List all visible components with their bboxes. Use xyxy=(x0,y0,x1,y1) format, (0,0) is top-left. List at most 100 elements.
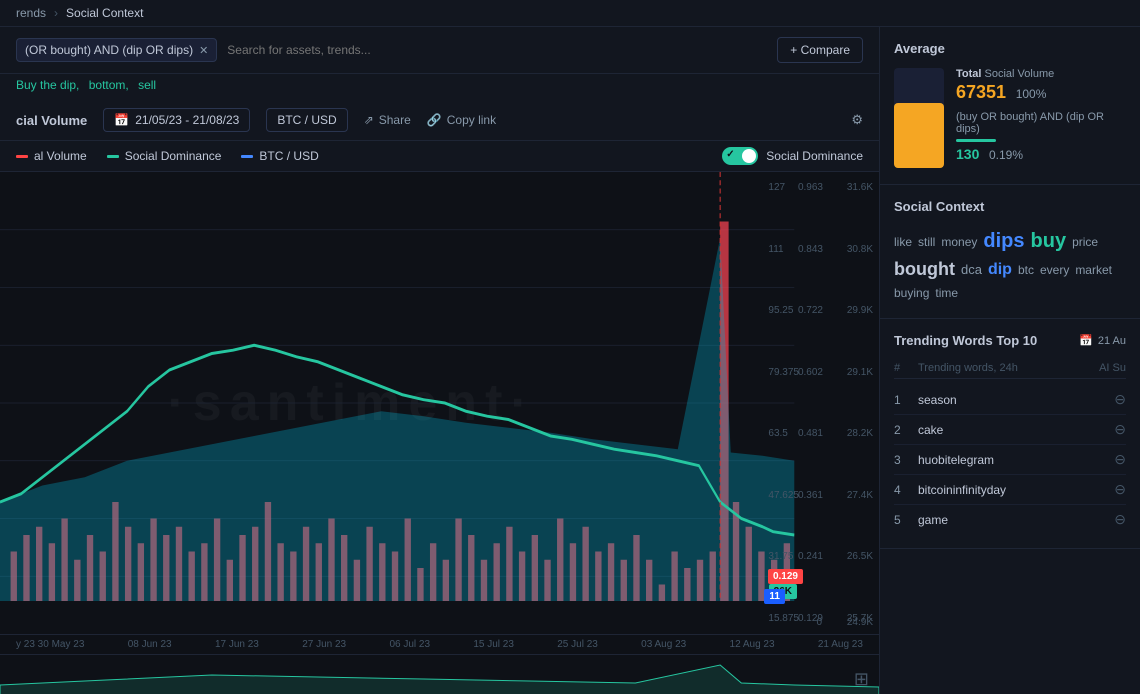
mini-chart[interactable]: ⊞ xyxy=(0,654,879,694)
word-still[interactable]: still xyxy=(918,235,935,249)
word-market[interactable]: market xyxy=(1075,263,1112,277)
avg-bar-fill xyxy=(894,103,944,168)
word-buying[interactable]: buying xyxy=(894,286,929,300)
legend-social-dominance: Social Dominance xyxy=(107,149,222,163)
x-label-jul25: 25 Jul 23 xyxy=(557,639,598,650)
trending-row-4[interactable]: 4 bitcoininfinityday ⊖ xyxy=(894,475,1126,505)
avg-total-value: 67351 xyxy=(956,82,1006,102)
toggle-text: Social Dominance xyxy=(766,149,863,163)
top-bar: rends › Social Context xyxy=(0,0,1140,27)
copy-link-button[interactable]: 🔗 Copy link xyxy=(427,113,496,127)
average-section: Average Total Social Volume 67351 100% xyxy=(880,27,1140,185)
word-time[interactable]: time xyxy=(935,286,958,300)
social-context-title: Social Context xyxy=(894,199,1126,214)
copy-link-label: Copy link xyxy=(447,113,496,127)
share-icon: ⇗ xyxy=(364,113,374,127)
word-like[interactable]: like xyxy=(894,235,912,249)
avg-sub-row: (buy OR bought) AND (dip OR dips) 130 0.… xyxy=(956,111,1126,162)
row-word-cake: cake xyxy=(918,423,1102,437)
row-word-season: season xyxy=(918,393,1102,407)
col-ai: AI Su xyxy=(1086,362,1126,374)
avg-social-volume-text: Social Volume xyxy=(985,68,1055,80)
share-button[interactable]: ⇗ Share xyxy=(364,113,411,127)
word-every[interactable]: every xyxy=(1040,263,1069,277)
asset-pair-selector[interactable]: BTC / USD xyxy=(266,108,347,132)
trending-date-text: 21 Au xyxy=(1098,335,1126,347)
average-title: Average xyxy=(894,41,1126,56)
close-icon[interactable]: ✕ xyxy=(199,44,208,57)
trending-title: Trending Words Top 10 xyxy=(894,333,1037,348)
legend-dot-green xyxy=(107,155,119,158)
row-icon-5: ⊖ xyxy=(1106,511,1126,528)
legend-social-volume: al Volume xyxy=(16,149,87,163)
tooltip-blue: 11 xyxy=(764,589,785,604)
search-bar: (OR bought) AND (dip OR dips) ✕ + Compar… xyxy=(0,27,879,74)
x-label-jun8: 08 Jun 23 xyxy=(128,639,172,650)
row-word-huobi: huobitelegram xyxy=(918,453,1102,467)
legend-social-volume-label: al Volume xyxy=(34,149,87,163)
legend-row: al Volume Social Dominance BTC / USD ✓ S… xyxy=(0,141,879,172)
row-word-game: game xyxy=(918,513,1102,527)
trending-header: Trending Words Top 10 📅 21 Au xyxy=(894,333,1126,348)
row-icon-2: ⊖ xyxy=(1106,421,1126,438)
trending-row-2[interactable]: 2 cake ⊖ xyxy=(894,415,1126,445)
x-label-jun17: 17 Jun 23 xyxy=(215,639,259,650)
trending-row-3[interactable]: 3 huobitelegram ⊖ xyxy=(894,445,1126,475)
row-icon-1: ⊖ xyxy=(1106,391,1126,408)
toggle-check-icon: ✓ xyxy=(726,149,734,160)
row-num-2: 2 xyxy=(894,423,914,437)
trending-date: 📅 21 Au xyxy=(1079,334,1126,347)
trending-row-5[interactable]: 5 game ⊖ xyxy=(894,505,1126,534)
avg-total-row: Total Social Volume 67351 100% xyxy=(956,68,1126,103)
tag-buy-the-dip[interactable]: Buy the dip, xyxy=(16,78,79,92)
word-dip[interactable]: dip xyxy=(988,261,1012,279)
calendar-trending-icon: 📅 xyxy=(1079,334,1093,347)
compare-button[interactable]: + Compare xyxy=(777,37,863,63)
x-label-aug12: 12 Aug 23 xyxy=(730,639,775,650)
breadcrumb-prev[interactable]: rends xyxy=(16,6,46,20)
avg-sub-value: 130 xyxy=(956,146,979,162)
mini-chart-svg xyxy=(0,655,879,694)
social-context-section: Social Context like still money dips buy… xyxy=(880,185,1140,319)
trending-row-1[interactable]: 1 season ⊖ xyxy=(894,385,1126,415)
avg-sub-bar xyxy=(956,139,996,142)
tag-sell[interactable]: sell xyxy=(138,78,156,92)
word-btc[interactable]: btc xyxy=(1018,263,1034,277)
search-input[interactable] xyxy=(227,43,767,57)
x-axis: y 23 30 May 23 08 Jun 23 17 Jun 23 27 Ju… xyxy=(0,634,879,654)
row-num-5: 5 xyxy=(894,513,914,527)
word-dips[interactable]: dips xyxy=(983,230,1024,253)
filter-tag-text: (OR bought) AND (dip OR dips) xyxy=(25,43,193,57)
mini-chart-icon: ⊞ xyxy=(854,669,869,690)
left-panel: (OR bought) AND (dip OR dips) ✕ + Compar… xyxy=(0,27,880,694)
filter-tag[interactable]: (OR bought) AND (dip OR dips) ✕ xyxy=(16,38,217,62)
legend-btc-usd-label: BTC / USD xyxy=(259,149,318,163)
word-buy[interactable]: buy xyxy=(1031,230,1067,253)
x-label-may: y 23 30 May 23 xyxy=(16,639,84,650)
word-price[interactable]: price xyxy=(1072,235,1098,249)
word-bought[interactable]: bought xyxy=(894,259,955,280)
chart-title: cial Volume xyxy=(16,113,87,128)
settings-icon[interactable]: ⚙ xyxy=(851,112,863,128)
word-money[interactable]: money xyxy=(941,235,977,249)
legend-social-dominance-label: Social Dominance xyxy=(125,149,222,163)
date-range-text: 21/05/23 - 21/08/23 xyxy=(135,113,239,127)
avg-sub-pct: 0.19% xyxy=(989,148,1023,162)
avg-content: Total Social Volume 67351 100% (buy OR b… xyxy=(894,68,1126,170)
avg-total-value-row: 67351 100% xyxy=(956,82,1126,103)
avg-stats: Total Social Volume 67351 100% (buy OR b… xyxy=(956,68,1126,170)
date-range-picker[interactable]: 📅 21/05/23 - 21/08/23 xyxy=(103,108,250,132)
tooltip-red: 0.129 xyxy=(768,569,803,584)
x-label-aug3: 03 Aug 23 xyxy=(641,639,686,650)
x-label-jun27: 27 Jun 23 xyxy=(302,639,346,650)
col-word: Trending words, 24h xyxy=(918,362,1082,374)
tag-bottom[interactable]: bottom, xyxy=(89,78,129,92)
row-icon-3: ⊖ xyxy=(1106,451,1126,468)
trending-section: Trending Words Top 10 📅 21 Au # Trending… xyxy=(880,319,1140,549)
tags-row: Buy the dip, bottom, sell xyxy=(0,74,879,100)
x-label-jul15: 15 Jul 23 xyxy=(473,639,514,650)
main-chart-svg xyxy=(0,172,879,634)
social-dominance-toggle[interactable]: ✓ xyxy=(722,147,758,165)
word-dca[interactable]: dca xyxy=(961,262,982,277)
trending-col-headers: # Trending words, 24h AI Su xyxy=(894,358,1126,379)
